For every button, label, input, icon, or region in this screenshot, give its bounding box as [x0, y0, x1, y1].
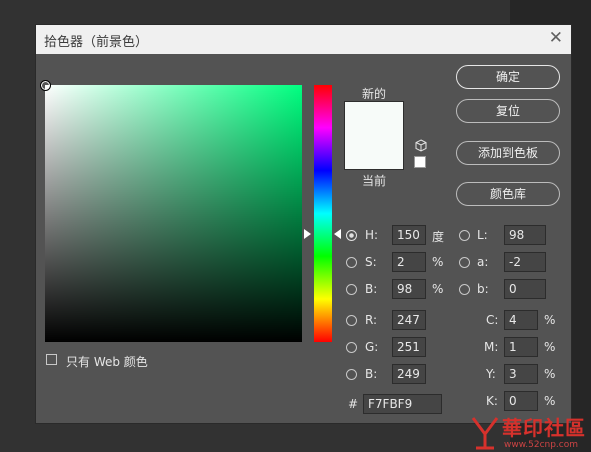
- r-label: R:: [365, 313, 378, 327]
- c-unit: %: [544, 313, 556, 327]
- hex-label: #: [348, 397, 359, 411]
- lab-a-label: a:: [477, 255, 489, 269]
- web-safe-color-swatch[interactable]: [414, 156, 426, 168]
- y-input[interactable]: 3: [504, 364, 538, 384]
- dialog-title: 拾色器（前景色）: [44, 35, 149, 50]
- color-selection-marker[interactable]: [40, 80, 51, 91]
- b-input[interactable]: 98: [392, 279, 426, 299]
- hex-input[interactable]: F7FBF9: [363, 394, 442, 414]
- new-color-swatch: [344, 101, 404, 135]
- radio-s[interactable]: [346, 257, 357, 268]
- h-label: H:: [365, 228, 379, 242]
- h-unit: 度: [432, 230, 445, 244]
- ok-button[interactable]: 确定: [456, 65, 560, 89]
- web-only-label: 只有 Web 颜色: [66, 355, 148, 369]
- r-input[interactable]: 247: [392, 310, 426, 330]
- m-input[interactable]: 1: [504, 337, 538, 357]
- k-input[interactable]: 0: [504, 391, 538, 411]
- hue-slider-left-arrow-icon[interactable]: [304, 229, 311, 239]
- m-unit: %: [544, 340, 556, 354]
- k-unit: %: [544, 394, 556, 408]
- radio-h[interactable]: [346, 230, 357, 241]
- title-bar: 拾色器（前景色） ✕: [36, 25, 571, 54]
- hue-slider[interactable]: [314, 85, 332, 342]
- new-color-label: 新的: [362, 87, 387, 101]
- color-libraries-button[interactable]: 颜色库: [456, 182, 560, 206]
- radio-lab-b[interactable]: [459, 284, 470, 295]
- h-input[interactable]: 150: [392, 225, 426, 245]
- radio-lab-a[interactable]: [459, 257, 470, 268]
- g-label: G:: [365, 340, 379, 354]
- s-unit: %: [432, 255, 444, 269]
- radio-g[interactable]: [346, 342, 357, 353]
- close-icon[interactable]: ✕: [549, 28, 563, 48]
- y-unit: %: [544, 367, 556, 381]
- current-color-label: 当前: [362, 174, 387, 188]
- c-input[interactable]: 4: [504, 310, 538, 330]
- b-label: B:: [365, 282, 378, 296]
- c-label: C:: [486, 313, 499, 327]
- radio-r[interactable]: [346, 315, 357, 326]
- color-picker-dialog: 拾色器（前景色） ✕ 新的 当前 确定 复位 添加到色板 颜色库 H: 150 …: [35, 24, 572, 424]
- s-input[interactable]: 2: [392, 252, 426, 272]
- hue-slider-right-arrow-icon[interactable]: [334, 229, 341, 239]
- add-to-swatches-button[interactable]: 添加到色板: [456, 141, 560, 165]
- blue-label: B:: [365, 367, 378, 381]
- radio-b[interactable]: [346, 284, 357, 295]
- m-label: M:: [484, 340, 499, 354]
- radio-lab-l[interactable]: [459, 230, 470, 241]
- saturation-brightness-field[interactable]: [40, 80, 302, 342]
- reset-button[interactable]: 复位: [456, 99, 560, 123]
- web-only-checkbox[interactable]: [46, 354, 57, 365]
- site-watermark: 華印社區 www.52cnp.com: [470, 410, 591, 452]
- watermark-name: 華印社區: [502, 416, 586, 440]
- watermark-logo-icon: [471, 417, 499, 450]
- lab-l-label: L:: [477, 228, 488, 242]
- g-input[interactable]: 251: [392, 337, 426, 357]
- s-label: S:: [365, 255, 377, 269]
- y-label: Y:: [486, 367, 496, 381]
- out-of-web-gamut-cube-icon[interactable]: [414, 139, 428, 153]
- blue-input[interactable]: 249: [392, 364, 426, 384]
- lab-a-input[interactable]: -2: [504, 252, 546, 272]
- k-label: K:: [486, 394, 498, 408]
- watermark-url: www.52cnp.com: [504, 440, 579, 450]
- lab-b-label: b:: [477, 282, 489, 296]
- radio-blue[interactable]: [346, 369, 357, 380]
- lab-l-input[interactable]: 98: [504, 225, 546, 245]
- current-color-swatch[interactable]: [344, 135, 404, 170]
- lab-b-input[interactable]: 0: [504, 279, 546, 299]
- b-unit: %: [432, 282, 444, 296]
